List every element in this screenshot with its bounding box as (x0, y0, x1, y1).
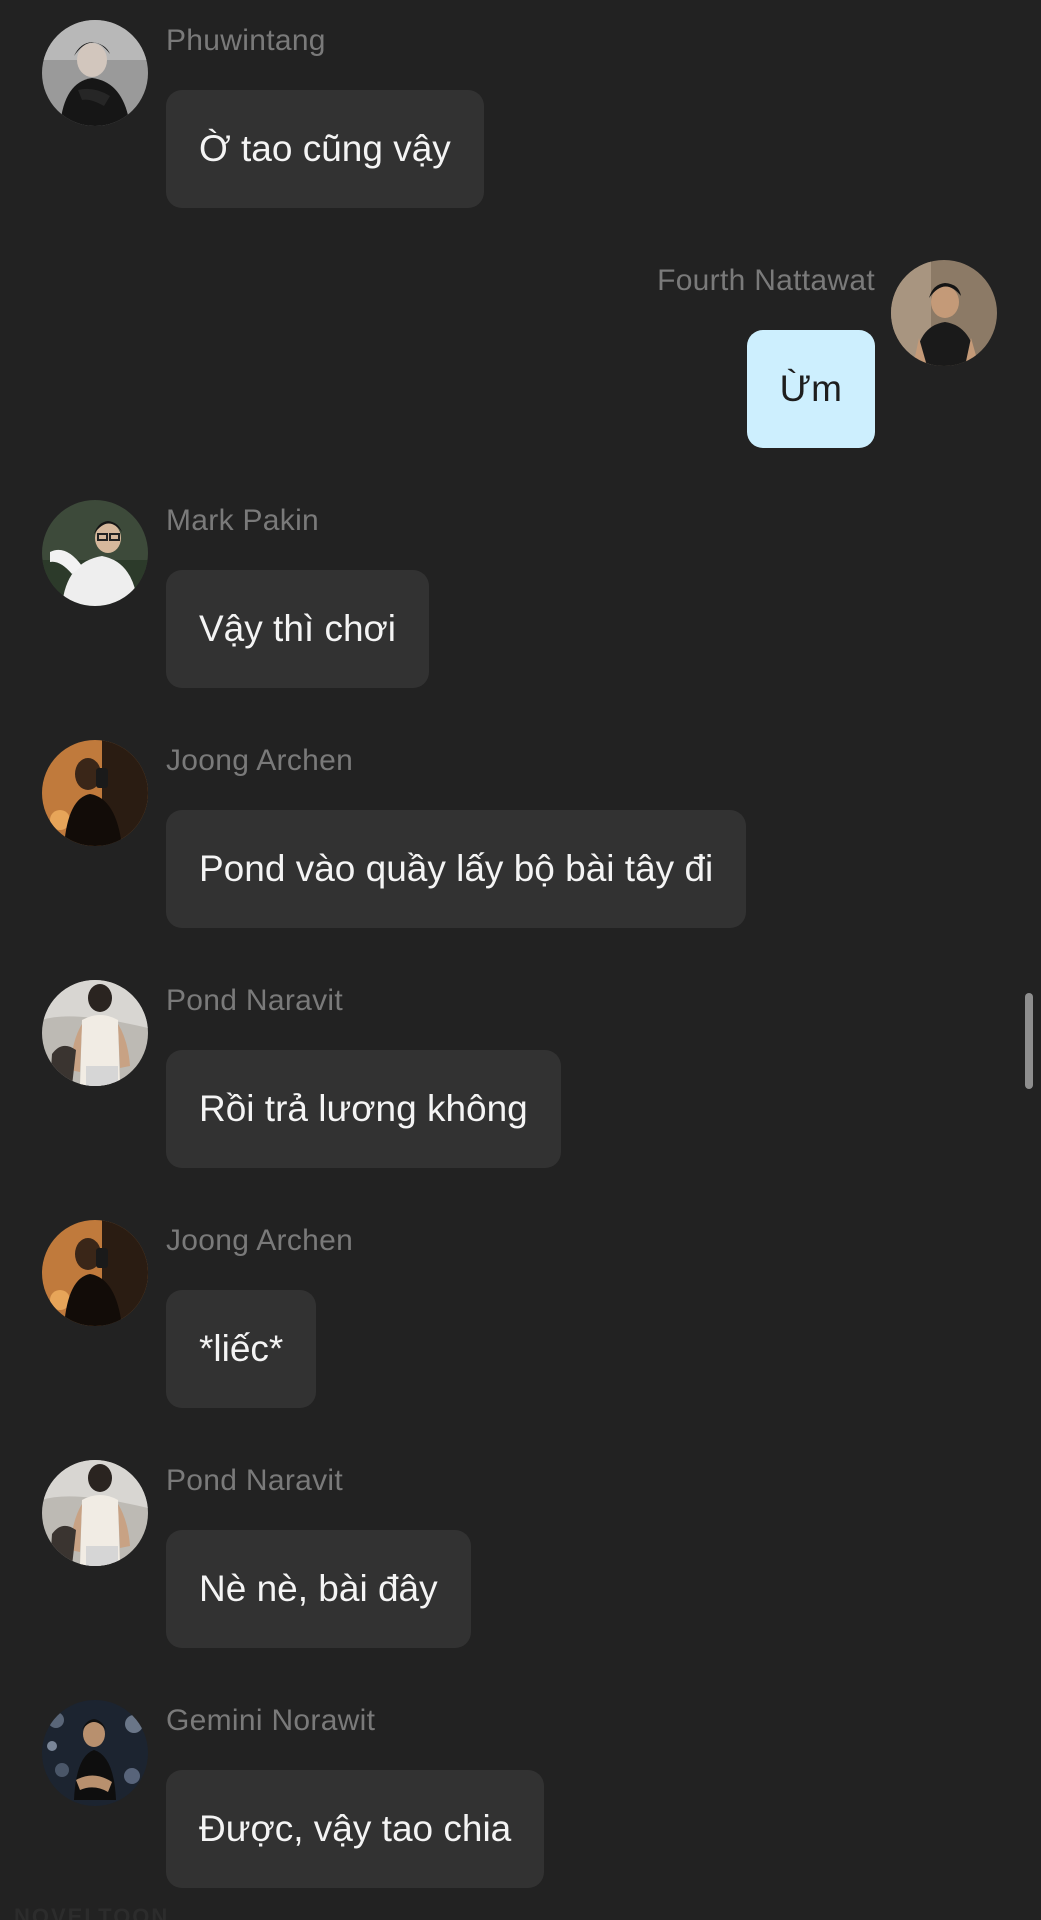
message-bubble[interactable]: Pond vào quầy lấy bộ bài tây đi (166, 810, 747, 928)
sender-name: Pond Naravit (166, 1464, 344, 1497)
sender-name: Joong Archen (166, 744, 354, 777)
avatar-pond-naravit[interactable] (42, 980, 148, 1086)
sender-name: Mark Pakin (166, 504, 320, 537)
avatar-joong-archen[interactable] (42, 1220, 148, 1326)
sender-name: Fourth Nattawat (657, 264, 875, 297)
sender-name: Pond Naravit (166, 984, 344, 1017)
watermark-logo: NOVELTOON (14, 1904, 170, 1920)
sender-name: Gemini Norawit (166, 1704, 376, 1737)
chat-message: Gemini Norawit Được, vậy tao chia (0, 1680, 1041, 1920)
chat-message: Pond Naravit Nè nè, bài đây (0, 1440, 1041, 1680)
chat-message: Joong Archen Pond vào quầy lấy bộ bài tâ… (0, 720, 1041, 960)
message-bubble[interactable]: Được, vậy tao chia (166, 1770, 545, 1888)
scrollbar-thumb[interactable] (1025, 993, 1033, 1089)
message-bubble[interactable]: Vậy thì chơi (166, 570, 430, 688)
avatar-pond-naravit[interactable] (42, 1460, 148, 1566)
chat-message: Pond Naravit Rồi trả lương không (0, 960, 1041, 1200)
chat-message: Mark Pakin Vậy thì chơi (0, 480, 1041, 720)
avatar-mark-pakin[interactable] (42, 500, 148, 606)
avatar-joong-archen[interactable] (42, 740, 148, 846)
chat-thread[interactable]: Phuwintang Ờ tao cũng vậy Fourth Nattawa… (0, 0, 1041, 1920)
message-bubble[interactable]: Rồi trả lương không (166, 1050, 561, 1168)
chat-message: Fourth Nattawat Ừm (0, 240, 1041, 480)
message-bubble[interactable]: Nè nè, bài đây (166, 1530, 471, 1648)
avatar-fourth-nattawat[interactable] (891, 260, 997, 366)
message-bubble[interactable]: *liếc* (166, 1290, 317, 1408)
chat-message: Joong Archen *liếc* (0, 1200, 1041, 1440)
avatar-gemini-norawit[interactable] (42, 1700, 148, 1806)
sender-name: Phuwintang (166, 24, 326, 57)
avatar-phuwintang[interactable] (42, 20, 148, 126)
message-bubble[interactable]: Ừm (746, 330, 875, 448)
message-bubble[interactable]: Ờ tao cũng vậy (166, 90, 484, 208)
sender-name: Joong Archen (166, 1224, 354, 1257)
chat-message: Phuwintang Ờ tao cũng vậy (0, 0, 1041, 240)
